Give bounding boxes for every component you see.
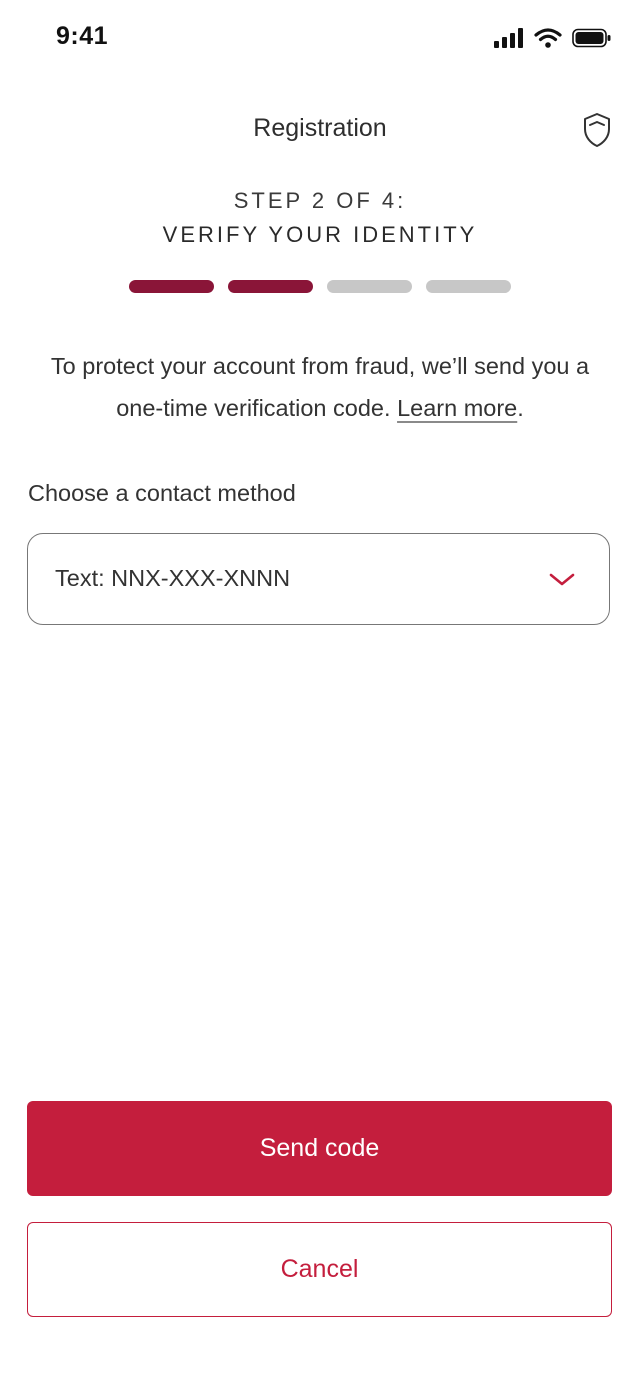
intro-period: . <box>517 395 524 421</box>
contact-method-select[interactable]: Text: NNX-XXX-XNNN <box>27 533 610 625</box>
status-time: 9:41 <box>56 22 109 50</box>
progress-segment-2 <box>228 280 313 293</box>
shield-icon[interactable] <box>582 112 612 148</box>
contact-method-value: Text: NNX-XXX-XNNN <box>55 565 291 591</box>
step-title: VERIFY YOUR IDENTITY <box>162 222 478 247</box>
progress-segment-4 <box>426 280 511 293</box>
signal-icon <box>494 28 523 48</box>
step-indicator: STEP 2 OF 4: <box>233 188 407 213</box>
battery-icon <box>572 28 611 48</box>
wifi-icon <box>534 28 562 48</box>
learn-more-link[interactable]: Learn more <box>397 395 517 421</box>
contact-method-label: Choose a contact method <box>28 480 296 506</box>
cancel-button[interactable]: Cancel <box>27 1222 612 1317</box>
intro-text: To protect your account from fraud, we’l… <box>36 345 604 429</box>
send-code-button[interactable]: Send code <box>27 1101 612 1196</box>
chevron-down-icon <box>549 573 575 586</box>
status-bar: 9:41 <box>0 0 640 80</box>
status-icons <box>494 28 612 48</box>
progress-segment-3 <box>327 280 412 293</box>
progress-segment-1 <box>129 280 214 293</box>
step-progress <box>129 280 511 294</box>
page-title: Registration <box>253 114 387 142</box>
